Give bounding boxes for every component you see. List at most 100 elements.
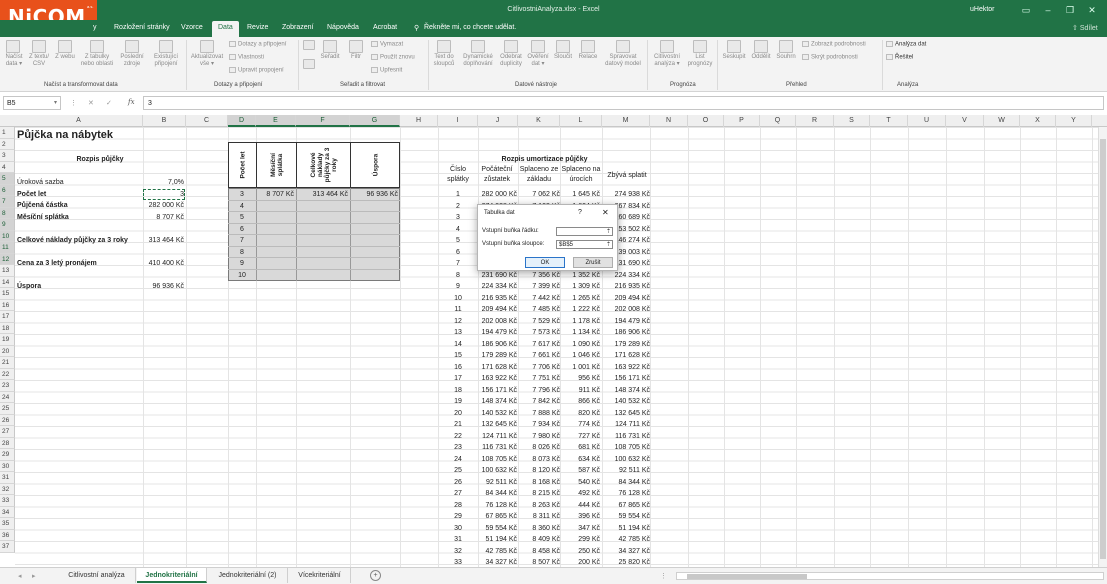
sheet-tab-single-2[interactable]: Jednokriteriální (2) [208,568,288,583]
amort-cell[interactable]: 124 711 Kč [477,431,517,442]
row-header[interactable]: 4 [0,161,15,173]
amort-cell[interactable]: 7 706 Kč [518,362,560,373]
amort-cell[interactable]: 100 632 Kč [477,465,517,476]
amort-cell[interactable]: 22 [440,431,476,442]
tab-data[interactable]: Data [212,21,239,37]
row-header[interactable]: 9 [0,219,15,231]
scroll-thumb[interactable] [687,574,807,579]
amort-cell[interactable]: 1 001 Kč [561,362,600,373]
row-header[interactable]: 7 [0,196,15,208]
row-header[interactable]: 21 [0,357,15,369]
amort-cell[interactable]: 224 334 Kč [602,270,650,281]
amort-cell[interactable]: 7 661 Kč [518,350,560,361]
forecast-sheet-button[interactable]: List prognózy [685,40,715,68]
amort-cell[interactable]: 202 008 Kč [602,304,650,315]
amort-cell[interactable]: 25 820 Kč [602,557,650,567]
column-header[interactable]: O [688,115,724,127]
clear-filter-button[interactable]: Vymazat [371,41,403,49]
amort-cell[interactable]: 8 311 Kč [518,511,560,522]
amort-cell[interactable]: 202 008 Kč [477,316,517,327]
amort-cell[interactable]: 1 265 Kč [561,293,600,304]
row-header[interactable]: 26 [0,414,15,426]
edit-links-button[interactable]: Upravit propojení [229,67,284,75]
row-header[interactable]: 33 [0,495,15,507]
amort-cell[interactable]: 209 494 Kč [477,304,517,315]
row-header[interactable]: 6 [0,184,15,196]
column-header[interactable]: S [834,115,870,127]
cancel-button[interactable]: Zrušit [573,257,613,268]
amort-cell[interactable]: 7 442 Kč [518,293,560,304]
collapse-dialog-icon[interactable]: ⇡ [606,241,611,249]
formula-input[interactable]: 3 [143,96,1104,110]
row-header[interactable]: 29 [0,449,15,461]
amort-cell[interactable]: 7 888 Kč [518,408,560,419]
column-header[interactable]: K [518,115,560,127]
refresh-all-button[interactable]: Aktualizovat vše ▾ [188,40,226,68]
amort-cell[interactable]: 396 Kč [561,511,600,522]
amort-cell[interactable]: 250 Kč [561,546,600,557]
amort-cell[interactable]: 2 [440,201,476,212]
amort-cell[interactable]: 51 194 Kč [602,523,650,534]
amort-cell[interactable]: 156 171 Kč [602,373,650,384]
amort-cell[interactable]: 7 617 Kč [518,339,560,350]
tab-view[interactable]: Zobrazení [282,24,314,31]
amort-cell[interactable]: 274 938 Kč [602,189,650,200]
table-year-cell[interactable]: 3 [228,189,256,200]
amort-cell[interactable]: 194 479 Kč [602,316,650,327]
amort-cell[interactable]: 11 [440,304,476,315]
consolidate-button[interactable]: Sloučit [552,40,574,61]
column-header[interactable]: T [870,115,908,127]
amort-cell[interactable]: 492 Kč [561,488,600,499]
amort-cell[interactable]: 4 [440,224,476,235]
amort-cell[interactable]: 59 554 Kč [602,511,650,522]
column-header[interactable]: W [984,115,1020,127]
column-header[interactable]: X [1020,115,1056,127]
amort-cell[interactable]: 34 327 Kč [602,546,650,557]
amort-cell[interactable]: 8 507 Kč [518,557,560,567]
amort-cell[interactable]: 29 [440,511,476,522]
amort-cell[interactable]: 7 796 Kč [518,385,560,396]
amort-cell[interactable]: 24 [440,454,476,465]
subtotal-button[interactable]: Souhrn [774,40,798,61]
amort-cell[interactable]: 51 194 Kč [477,534,517,545]
amort-cell[interactable]: 231 690 Kč [477,270,517,281]
row-header[interactable]: 22 [0,368,15,380]
row-header[interactable]: 30 [0,460,15,472]
amort-cell[interactable]: 186 906 Kč [602,327,650,338]
tab-page-layout[interactable]: Rozložení stránky [114,24,170,31]
amort-cell[interactable]: 163 922 Kč [477,373,517,384]
column-header[interactable]: G [350,115,400,127]
amort-cell[interactable]: 132 645 Kč [602,408,650,419]
amort-cell[interactable]: 116 731 Kč [602,431,650,442]
amort-cell[interactable]: 30 [440,523,476,534]
solver-button[interactable]: Řešitel [886,54,913,62]
amort-cell[interactable]: 216 935 Kč [477,293,517,304]
ungroup-button[interactable]: Oddělit [749,40,773,61]
row-header[interactable]: 35 [0,518,15,530]
row-header[interactable]: 27 [0,426,15,438]
amort-cell[interactable]: 540 Kč [561,477,600,488]
sort-za-button[interactable] [301,59,317,70]
data-analysis-button[interactable]: Analýza dat [886,41,926,49]
row-header[interactable]: 36 [0,529,15,541]
tab-formulas[interactable]: Vzorce [181,24,203,31]
tell-me-search[interactable]: Řekněte mi, co chcete udělat. [424,24,516,31]
amort-cell[interactable]: 194 479 Kč [477,327,517,338]
column-header[interactable]: Q [760,115,796,127]
recent-sources-button[interactable]: Poslední zdroje [119,40,145,68]
name-box[interactable]: B5 ▾ [3,96,61,110]
row-header[interactable]: 16 [0,299,15,311]
param-value[interactable]: 282 000 Kč [143,200,184,211]
tab-help[interactable]: Nápověda [327,24,359,31]
share-button[interactable]: ⇧ Sdílet [1072,24,1098,32]
table-year-cell[interactable]: 8 [228,247,256,258]
close-icon[interactable]: ✕ [602,208,609,217]
amort-cell[interactable]: 8 263 Kč [518,500,560,511]
amort-cell[interactable]: 681 Kč [561,442,600,453]
amort-cell[interactable]: 774 Kč [561,419,600,430]
amort-cell[interactable]: 76 128 Kč [602,488,650,499]
amort-cell[interactable]: 8 026 Kč [518,442,560,453]
amort-cell[interactable]: 140 532 Kč [602,396,650,407]
row-header[interactable]: 2 [0,138,15,150]
amort-cell[interactable]: 6 [440,247,476,258]
